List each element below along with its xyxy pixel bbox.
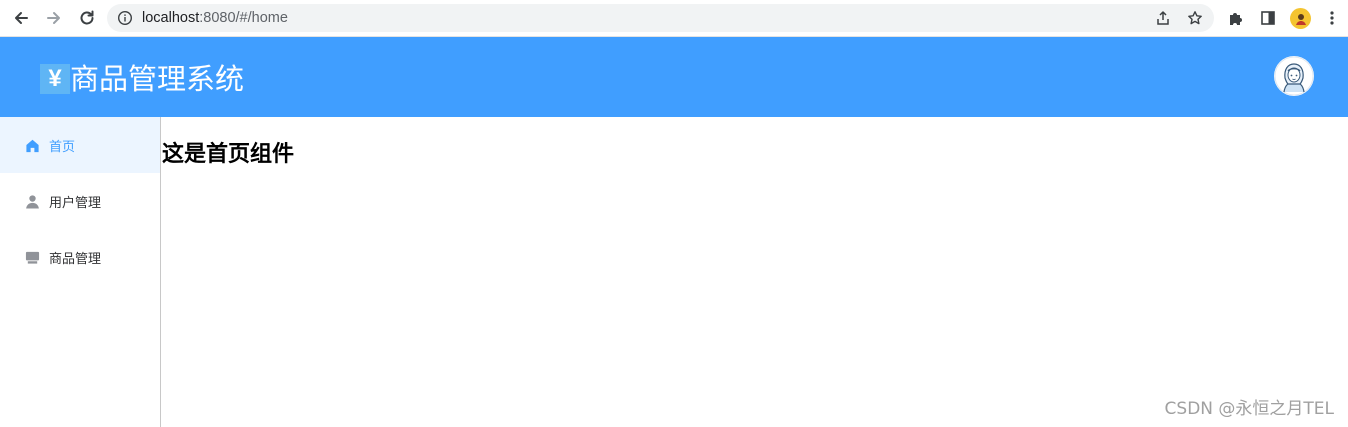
url-path: :8080/#/home: [199, 10, 288, 26]
reload-icon: [80, 10, 94, 25]
sidebar-item-home[interactable]: 首页: [0, 117, 160, 173]
browser-toolbar: localhost:8080/#/home: [0, 0, 1348, 37]
forward-button[interactable]: [42, 6, 66, 30]
sidebar-item-users[interactable]: 用户管理: [0, 173, 160, 229]
url-text[interactable]: localhost:8080/#/home: [142, 10, 288, 26]
back-button[interactable]: [9, 6, 33, 30]
extensions-button[interactable]: [1226, 8, 1246, 28]
main-content: 这是首页组件: [162, 117, 1348, 427]
reload-button[interactable]: [75, 6, 99, 30]
user-avatar[interactable]: [1274, 56, 1314, 96]
app-title: 商品管理系统: [70, 62, 245, 96]
sidebar: 首页 用户管理 商品管理: [0, 117, 161, 427]
sidebar-item-label: 商品管理: [49, 251, 102, 267]
side-panel-icon: [1261, 11, 1275, 25]
avatar-girl-icon: [1274, 56, 1314, 96]
yen-logo-icon: ¥: [40, 64, 70, 94]
puzzle-icon: [1230, 13, 1242, 25]
profile-avatar[interactable]: [1290, 8, 1311, 29]
watermark: CSDN @永恒之月TEL: [1164, 399, 1334, 419]
url-host: localhost: [142, 10, 200, 26]
share-icon[interactable]: [1155, 10, 1171, 26]
side-panel-button[interactable]: [1258, 8, 1278, 28]
profile-picture-icon: [1295, 13, 1306, 25]
site-info-icon[interactable]: [117, 10, 133, 26]
forward-arrow-icon: [47, 12, 60, 24]
goods-icon: [24, 249, 40, 265]
app-header: ¥ 商品管理系统: [0, 37, 1348, 117]
address-bar[interactable]: localhost:8080/#/home: [107, 4, 1214, 32]
back-arrow-icon: [15, 12, 28, 24]
sidebar-item-label: 首页: [49, 139, 76, 155]
page-heading: 这是首页组件: [162, 142, 295, 167]
home-icon: [24, 137, 40, 153]
bookmark-star-icon[interactable]: [1187, 10, 1203, 26]
kebab-menu-icon: [1330, 11, 1334, 25]
sidebar-item-label: 用户管理: [49, 195, 102, 211]
browser-menu-button[interactable]: [1322, 8, 1342, 28]
user-icon: [24, 193, 40, 209]
sidebar-item-goods[interactable]: 商品管理: [0, 229, 160, 285]
